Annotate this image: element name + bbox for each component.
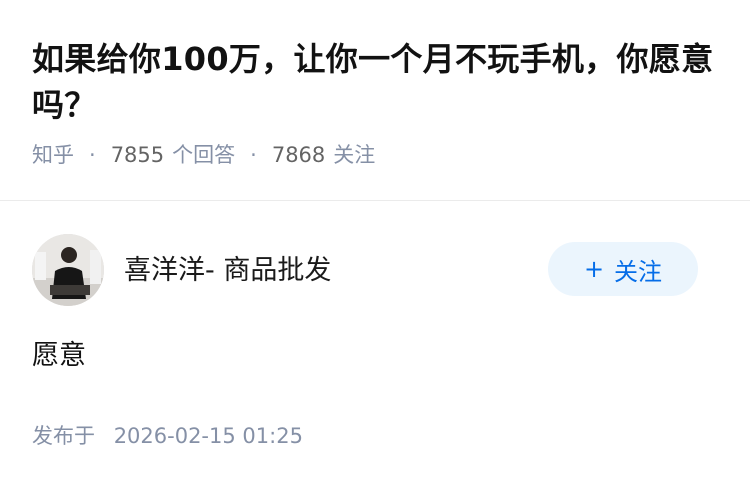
answer-count-label: 个回答	[172, 143, 236, 167]
publish-label: 发布于	[32, 424, 95, 448]
question-title[interactable]: 如果给你100万，让你一个月不玩手机，你愿意吗？	[32, 36, 722, 128]
publish-datetime: 2026-02-15 01:25	[113, 424, 303, 448]
answer-count: 7855	[110, 143, 165, 167]
answer-card: 喜洋洋- 商品批发 + 关注 愿意 发布于 2026-02-15 01:25	[32, 232, 718, 450]
source-label[interactable]: 知乎	[32, 140, 74, 170]
author-row: 喜洋洋- 商品批发 + 关注	[32, 232, 718, 308]
meta-separator: ·	[89, 143, 96, 167]
question-meta: 知乎 · 7855 个回答 · 7868 关注	[32, 140, 722, 170]
author-name[interactable]: 喜洋洋- 商品批发	[124, 248, 331, 287]
section-divider	[0, 200, 750, 201]
publish-time: 发布于 2026-02-15 01:25	[32, 422, 718, 450]
follower-count: 7868	[271, 143, 326, 167]
avatar[interactable]	[32, 234, 104, 306]
answer-content: 愿意	[32, 340, 86, 371]
follow-button[interactable]: + 关注	[548, 242, 698, 296]
follow-button-label: 关注	[614, 257, 663, 286]
plus-icon: +	[583, 255, 605, 283]
follower-count-label: 关注	[333, 143, 376, 167]
meta-separator: ·	[250, 143, 257, 167]
avatar-image	[32, 234, 104, 306]
question-header: 如果给你100万，让你一个月不玩手机，你愿意吗？ 知乎 · 7855 个回答 ·…	[32, 36, 722, 170]
